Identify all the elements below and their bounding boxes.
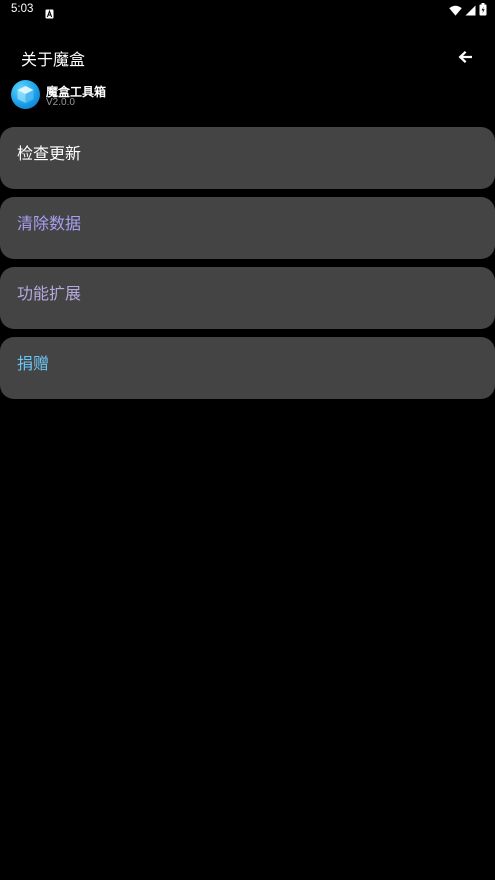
signal-icon <box>465 1 476 20</box>
clear-data-button[interactable]: 清除数据 <box>0 197 495 259</box>
font-a-icon <box>45 4 54 19</box>
check-update-label: 检查更新 <box>17 144 82 163</box>
cube-logo-icon <box>11 80 40 109</box>
status-icons <box>449 1 487 20</box>
feature-extension-label: 功能扩展 <box>17 284 82 303</box>
check-update-button[interactable]: 检查更新 <box>0 127 495 189</box>
back-button[interactable] <box>452 46 478 68</box>
app-info: 魔盒工具箱 V2.0.0 <box>11 80 211 110</box>
app-version: V2.0.0 <box>46 97 75 108</box>
status-time: 5:03 <box>11 3 34 15</box>
status-bar: 5:03 <box>0 0 495 22</box>
donate-button[interactable]: 捐赠 <box>0 337 495 399</box>
arrow-left-icon <box>458 48 473 67</box>
app-bar: 关于魔盒 <box>0 40 495 72</box>
battery-icon <box>479 1 487 20</box>
clear-data-label: 清除数据 <box>17 214 82 233</box>
page-title: 关于魔盒 <box>21 50 86 69</box>
feature-extension-button[interactable]: 功能扩展 <box>0 267 495 329</box>
wifi-icon <box>449 1 462 20</box>
donate-label: 捐赠 <box>17 354 50 373</box>
